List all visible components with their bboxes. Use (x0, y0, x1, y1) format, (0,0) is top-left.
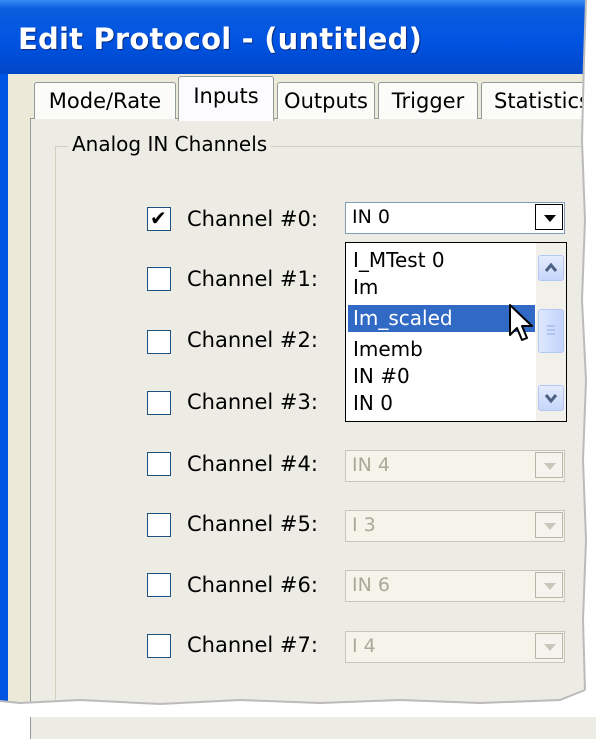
chevron-down-icon (544, 523, 556, 530)
title-bar[interactable]: Edit Protocol - (untitled) (0, 0, 596, 74)
dropdown-button (535, 633, 563, 659)
dropdown-option[interactable]: IN 0 (348, 390, 535, 417)
channel-7-label: Channel #7: (187, 633, 318, 657)
channel-7-checkbox[interactable] (147, 634, 171, 658)
channel-7-value: I 4 (352, 635, 376, 657)
tab-statistics[interactable]: Statistics (481, 82, 596, 119)
channel-6-checkbox[interactable] (147, 573, 171, 597)
edit-protocol-window: Edit Protocol - (untitled) Mode/Rate Inp… (0, 0, 596, 739)
channel-1-checkbox[interactable] (147, 267, 171, 291)
channel-0-label: Channel #0: (187, 207, 318, 231)
mouse-pointer-icon (509, 304, 533, 341)
channel-5-checkbox[interactable] (147, 513, 171, 537)
channel-1-label: Channel #1: (187, 267, 318, 291)
window-title: Edit Protocol - (untitled) (18, 22, 423, 56)
scroll-thumb[interactable] (538, 309, 564, 353)
dropdown-button[interactable] (535, 204, 563, 230)
dropdown-button (535, 452, 563, 478)
dropdown-button (535, 512, 563, 538)
chevron-up-icon (544, 262, 558, 272)
channel-0-select[interactable]: IN 0 (345, 202, 565, 234)
chevron-down-icon (544, 463, 556, 470)
checkmark-icon: ✔ (150, 206, 167, 230)
dropdown-scrollbar[interactable] (536, 243, 566, 421)
scroll-down-button[interactable] (538, 385, 564, 411)
channel-3-checkbox[interactable] (147, 391, 171, 415)
channel-4-label: Channel #4: (187, 452, 318, 476)
dropdown-option-selected[interactable]: Im_scaled (348, 305, 535, 332)
tab-outputs[interactable]: Outputs (277, 82, 375, 119)
channel-6-value: IN 6 (352, 574, 390, 596)
chevron-down-icon (544, 644, 556, 651)
channel-3-label: Channel #3: (187, 390, 318, 414)
chevron-down-icon (544, 215, 556, 222)
channel-5-label: Channel #5: (187, 512, 318, 536)
channel-4-checkbox[interactable] (147, 452, 171, 476)
channel-7-select: I 4 (345, 631, 565, 663)
channel-2-label: Channel #2: (187, 328, 318, 352)
dropdown-option[interactable]: Imemb (348, 336, 535, 363)
tab-inputs[interactable]: Inputs (178, 76, 274, 121)
dropdown-option[interactable]: I_MTest 0 (348, 247, 535, 274)
channel-0-checkbox[interactable]: ✔ (147, 206, 171, 231)
tab-trigger[interactable]: Trigger (378, 82, 478, 119)
channel-6-select: IN 6 (345, 570, 565, 602)
window-left-border (0, 74, 8, 717)
channel-4-value: IN 4 (352, 454, 390, 476)
grip-icon (547, 325, 555, 335)
channel-4-select: IN 4 (345, 450, 565, 482)
dropdown-option[interactable]: IN #0 (348, 363, 535, 390)
dropdown-button (535, 572, 563, 598)
chevron-down-icon (544, 583, 556, 590)
scroll-up-button[interactable] (538, 255, 564, 281)
dropdown-option[interactable]: Im (348, 274, 535, 301)
tab-mode-rate[interactable]: Mode/Rate (34, 82, 176, 119)
channel-2-checkbox[interactable] (147, 330, 171, 354)
chevron-down-icon (544, 394, 558, 404)
channel-6-label: Channel #6: (187, 573, 318, 597)
group-title: Analog IN Channels (68, 132, 272, 156)
channel-5-select: I 3 (345, 510, 565, 542)
channel-5-value: I 3 (352, 514, 376, 536)
channel-0-value: IN 0 (352, 206, 390, 228)
